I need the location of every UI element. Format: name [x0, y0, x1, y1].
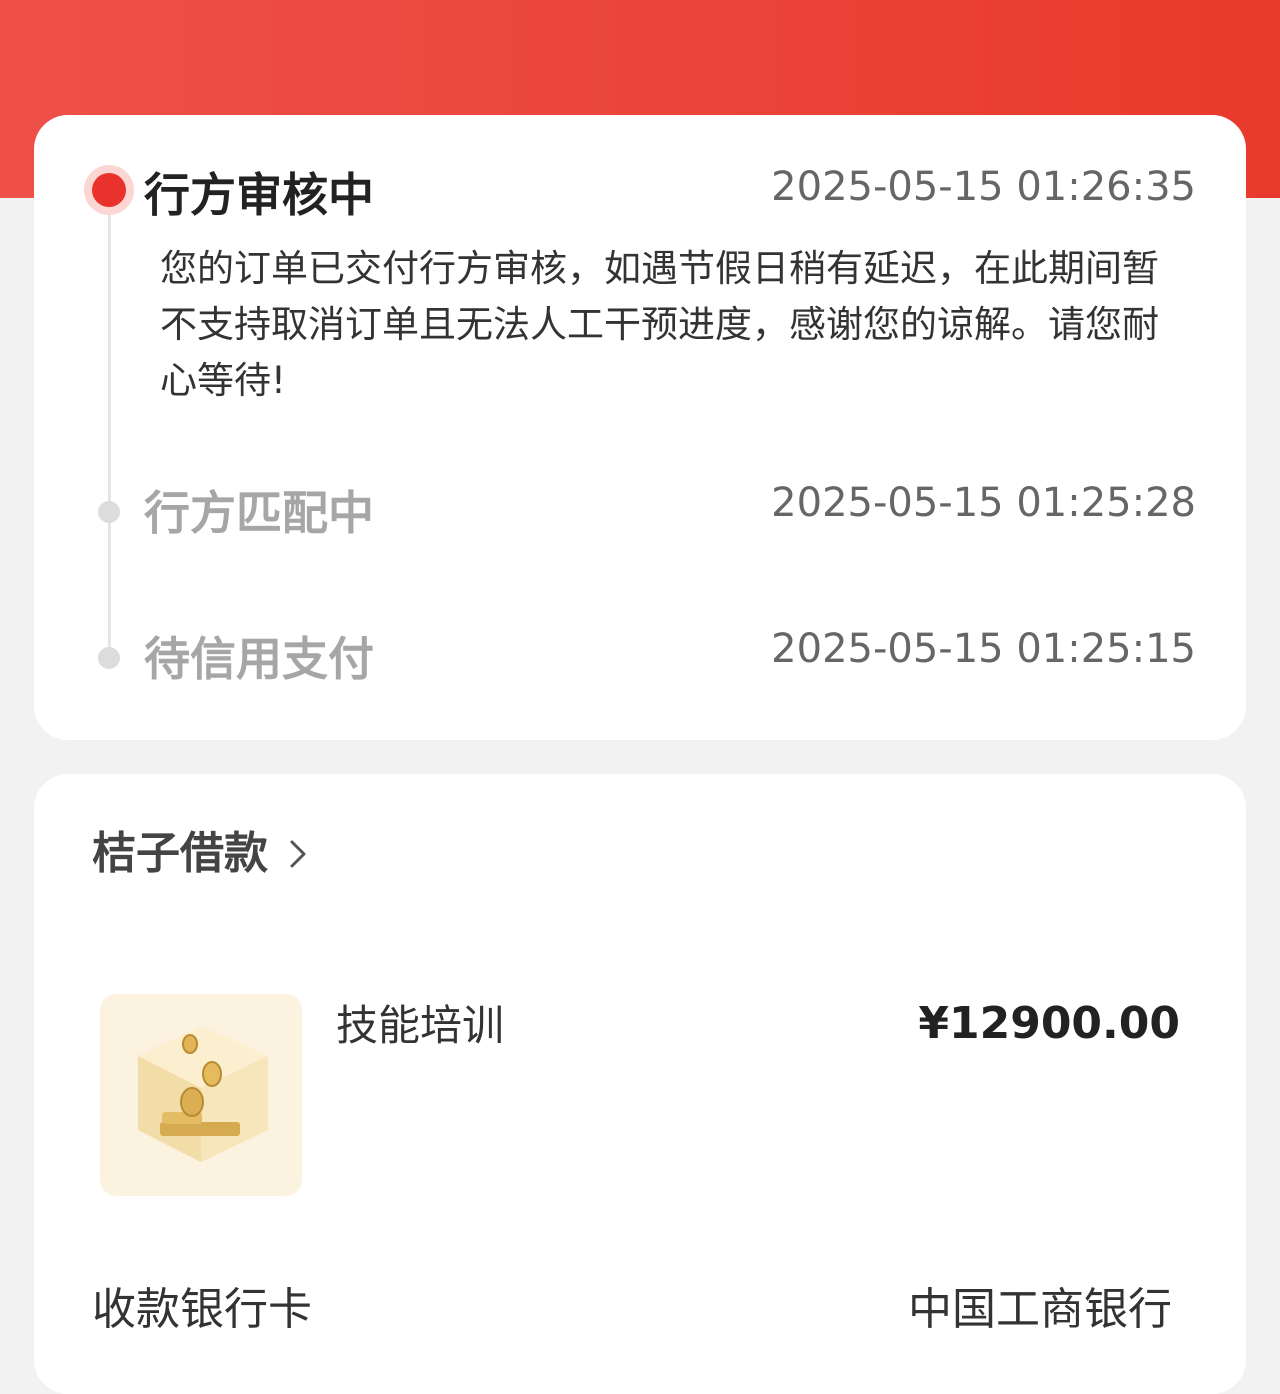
coin-box-icon — [138, 1026, 268, 1162]
chevron-right-icon — [290, 840, 306, 868]
product-price: ¥12900.00 — [918, 998, 1180, 1049]
bank-card-label: 收款银行卡 — [92, 1284, 312, 1335]
step-time-review: 2025-05-15 01:26:35 — [771, 164, 1196, 210]
bank-card-value: 中国工商银行 — [908, 1284, 1172, 1335]
active-step-dot — [84, 165, 134, 215]
step-title-matching: 行方匹配中 — [144, 486, 374, 540]
inactive-step-dot — [98, 647, 120, 669]
product-name: 技能培训 — [336, 1001, 505, 1050]
order-status-card: 行方审核中 2025-05-15 01:26:35 您的订单已交付行方审核，如遇… — [34, 115, 1246, 740]
order-detail-card: 桔子借款 技能培训 ¥12900.00 收款银行卡 中国工商银行 — [34, 774, 1246, 1394]
inactive-step-dot — [98, 501, 120, 523]
step-time-matching: 2025-05-15 01:25:28 — [771, 480, 1196, 526]
merchant-link[interactable]: 桔子借款 — [92, 826, 318, 882]
step-title-review: 行方审核中 — [144, 168, 374, 222]
step-title-pending-payment: 待信用支付 — [144, 632, 374, 686]
timeline-line — [108, 199, 111, 659]
product-image — [100, 994, 302, 1196]
step-time-pending-payment: 2025-05-15 01:25:15 — [771, 626, 1196, 672]
step-description-review: 您的订单已交付行方审核，如遇节假日稍有延迟，在此期间暂不支持取消订单且无法人工干… — [160, 247, 1159, 402]
merchant-name: 桔子借款 — [92, 828, 268, 879]
